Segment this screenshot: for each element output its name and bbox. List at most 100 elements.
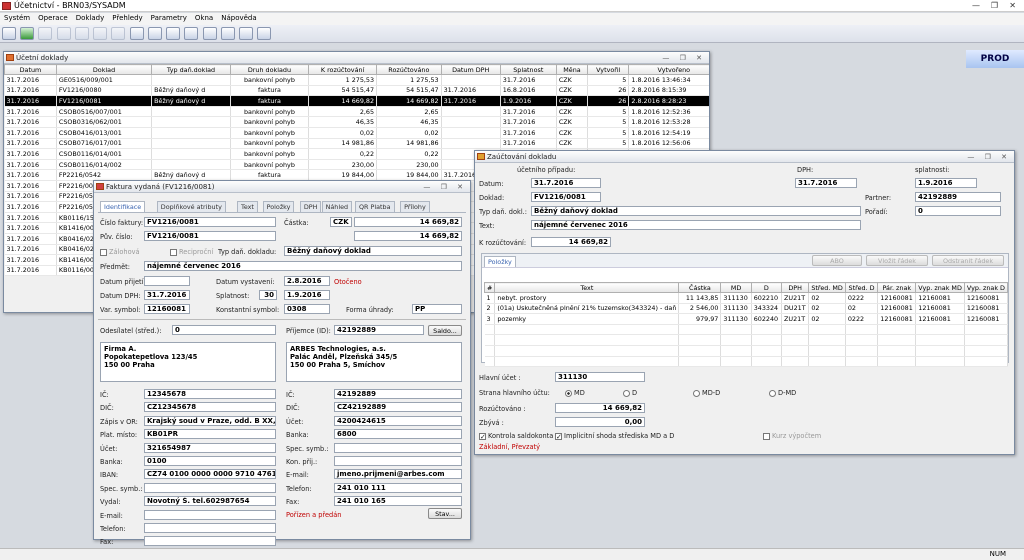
- radio-md-d[interactable]: MD-D: [693, 389, 720, 397]
- tool-icon-10[interactable]: [166, 27, 181, 40]
- tool-icon-6[interactable]: [93, 27, 108, 40]
- menu-item-1[interactable]: Operace: [34, 13, 72, 23]
- invoice-tab-2[interactable]: Text: [237, 201, 258, 212]
- left-field[interactable]: CZ74 0100 0000 0000 9710 4761: [144, 469, 276, 480]
- porad-field[interactable]: 0: [915, 206, 1001, 216]
- castka-field[interactable]: 14 669,82: [354, 217, 462, 227]
- left-field[interactable]: [144, 482, 276, 493]
- right-field[interactable]: 241 010 111: [334, 482, 462, 493]
- table-row[interactable]: 31.7.2016 FV1216/0080 Běžný daňový d faktur…: [4, 85, 709, 97]
- datum-prijeti-field[interactable]: [144, 276, 190, 286]
- right-field[interactable]: [334, 442, 462, 453]
- invoice-tab-1[interactable]: Doplňkové atributy: [156, 201, 226, 212]
- tool-icon-7[interactable]: [111, 27, 126, 40]
- table-row-empty[interactable]: [484, 324, 1009, 336]
- tool-icon-13[interactable]: [220, 27, 235, 40]
- tab-polozky[interactable]: Položky: [484, 256, 516, 267]
- right-field[interactable]: CZ42192889: [334, 402, 462, 413]
- invoice-tab-5[interactable]: Náhled: [321, 201, 353, 212]
- right-field[interactable]: 6800: [334, 429, 462, 440]
- abo-button[interactable]: ABO: [812, 255, 862, 266]
- forma-uhrady-field[interactable]: PP: [412, 304, 462, 314]
- predmet-field[interactable]: nájemné červenec 2016: [144, 261, 462, 271]
- minimize-icon[interactable]: —: [972, 1, 980, 10]
- left-field[interactable]: [144, 523, 276, 533]
- menu-item-0[interactable]: Systém: [0, 13, 34, 23]
- ledger-col-header[interactable]: Měna: [555, 64, 589, 75]
- posting-col-header[interactable]: Vyp. znak D: [963, 282, 1009, 293]
- left-field[interactable]: [144, 509, 276, 520]
- settings-icon[interactable]: [239, 27, 254, 40]
- posting-col-header[interactable]: Střed. MD: [808, 282, 846, 293]
- table-row-empty[interactable]: [484, 356, 1009, 368]
- ledger-col-header[interactable]: Druh dokladu: [229, 64, 310, 75]
- ledger-col-header[interactable]: Splatnost: [499, 64, 557, 75]
- ledger-col-header[interactable]: Doklad: [55, 64, 153, 75]
- tool-icon-9[interactable]: [147, 27, 162, 40]
- tool-icon-5[interactable]: [74, 27, 89, 40]
- hlavni-ucet-field[interactable]: 311130: [555, 372, 645, 382]
- invoice-tab-6[interactable]: QR Platba: [355, 201, 395, 212]
- ledger-col-header[interactable]: Datum DPH: [440, 64, 501, 75]
- posting-col-header[interactable]: MD: [720, 282, 752, 293]
- posting-col-header[interactable]: #: [483, 282, 496, 293]
- odesilatel-field[interactable]: 0: [172, 325, 276, 335]
- menu-item-4[interactable]: Parametry: [147, 13, 191, 23]
- ledger-col-header[interactable]: Datum: [4, 64, 57, 75]
- window-controls-icon[interactable]: — ❐ ✕: [423, 181, 467, 193]
- right-field[interactable]: [334, 456, 462, 466]
- datum-field[interactable]: 31.7.2016: [531, 178, 601, 188]
- datum-splatnosti-field[interactable]: 1.9.2016: [915, 178, 977, 188]
- typ-field[interactable]: Běžný daňový doklad: [531, 206, 861, 216]
- kontrola-saldokonta-checkbox[interactable]: Kontrola saldokonta: [479, 432, 553, 440]
- left-field[interactable]: Novotný Š. tel.602987654: [144, 496, 276, 507]
- right-field[interactable]: 241 010 165: [334, 496, 462, 507]
- typ-dan-field[interactable]: Běžný daňový doklad: [284, 246, 462, 256]
- tool-icon-15[interactable]: [257, 27, 272, 40]
- kurz-vypoctem-checkbox[interactable]: Kurz výpočtem: [763, 432, 821, 440]
- invoice-tab-3[interactable]: Položky: [262, 201, 295, 212]
- ledger-col-header[interactable]: Vytvořil: [587, 64, 630, 75]
- implicitni-shoda-checkbox[interactable]: Implicitní shoda střediska MD a D: [555, 432, 674, 440]
- splatnost-field[interactable]: 1.9.2016: [284, 290, 330, 300]
- datum-dph-field[interactable]: 31.7.2016: [144, 290, 190, 300]
- puv-cislo-field[interactable]: FV1216/0081: [144, 231, 276, 241]
- table-row[interactable]: 31.7.2016 CSOB0416/013/001 bankovní pohyb 0…: [4, 127, 709, 139]
- radio-md[interactable]: MD: [565, 389, 585, 397]
- print-icon[interactable]: [184, 27, 199, 40]
- k-rozuctovani-field[interactable]: 14 669,82: [531, 237, 611, 247]
- ledger-col-header[interactable]: Rozúčtováno: [376, 64, 442, 75]
- left-field[interactable]: [144, 536, 276, 547]
- menu-item-5[interactable]: Okna: [191, 13, 217, 23]
- reciprocni-checkbox[interactable]: Reciproční: [170, 248, 213, 256]
- menu-item-2[interactable]: Doklady: [72, 13, 109, 23]
- saldo-button[interactable]: Saldo...: [428, 325, 462, 336]
- menu-item-6[interactable]: Nápověda: [217, 13, 260, 23]
- invoice-tab-0[interactable]: Identifikace: [100, 201, 146, 212]
- posting-col-header[interactable]: Pár. znak: [877, 282, 917, 293]
- left-field[interactable]: 321654987: [144, 442, 276, 453]
- right-field[interactable]: 42192889: [334, 389, 462, 399]
- odesilatel-address[interactable]: Firma A. Popokatepetlova 123/45 150 00 Pra…: [100, 342, 276, 382]
- right-field[interactable]: 4200424615: [334, 415, 462, 426]
- window-controls-icon[interactable]: — ❐ ✕: [967, 151, 1011, 163]
- table-row[interactable]: 31.7.2016 CSOB0516/007/001 bankovní pohyb 2…: [4, 106, 709, 118]
- konst-symbol-field[interactable]: 0308: [284, 304, 330, 314]
- castka-field-2[interactable]: 14 669,82: [354, 231, 462, 241]
- zalohova-checkbox[interactable]: Zálohová: [100, 248, 140, 256]
- datum-dph-field[interactable]: 31.7.2016: [795, 178, 857, 188]
- left-field[interactable]: CZ12345678: [144, 402, 276, 413]
- table-row-empty[interactable]: [484, 334, 1009, 346]
- add-row-button[interactable]: Vložit řádek: [866, 255, 928, 266]
- tool-icon-8[interactable]: [129, 27, 144, 40]
- table-row[interactable]: 31.7.2016 GE0516/009/001 bankovní pohyb 1 2…: [4, 74, 709, 86]
- datum-vystaveni-field[interactable]: 2.8.2016: [284, 276, 330, 286]
- table-row-empty[interactable]: [484, 345, 1009, 357]
- prijemce-field[interactable]: 42192889: [334, 325, 424, 335]
- left-field[interactable]: 0100: [144, 456, 276, 466]
- partner-field[interactable]: 42192889: [915, 192, 1001, 202]
- table-row[interactable]: 3 pozemky 979,97 311130 602240 ZU21T 02 0222 121…: [484, 313, 1009, 325]
- left-field[interactable]: Krajský soud v Praze, odd. B XX, vl. 1: [144, 415, 276, 426]
- maximize-icon[interactable]: ❐: [991, 1, 998, 10]
- posting-col-header[interactable]: Částka: [678, 282, 722, 293]
